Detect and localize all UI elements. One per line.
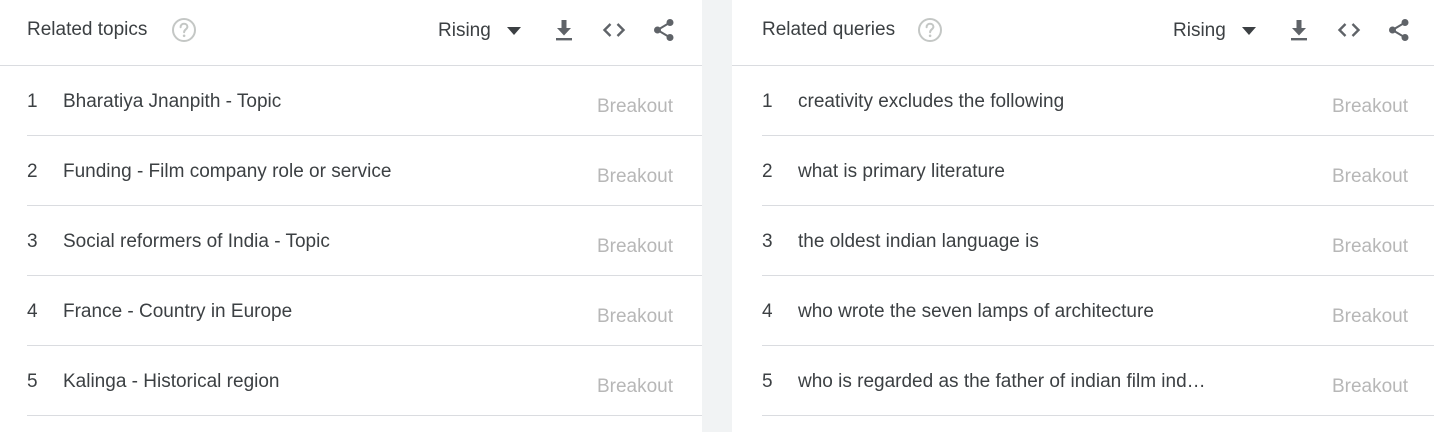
row-value: Breakout (1331, 96, 1408, 117)
panel-title: Related topics (27, 19, 148, 40)
row-rank: 5 (762, 371, 773, 392)
row-rank: 1 (762, 91, 773, 112)
row-rank: 1 (27, 91, 38, 112)
list-item[interactable]: 5 Kalinga - Historical region Breakout (27, 346, 702, 416)
list-item[interactable]: 2 what is primary literature Breakout (762, 136, 1434, 206)
row-label[interactable]: Bharatiya Jnanpith - Topic (63, 90, 281, 114)
row-rank: 4 (27, 301, 38, 322)
related-topics-header: Related topics Rising (0, 0, 702, 66)
row-value: Breakout (596, 306, 673, 327)
sort-select[interactable]: Rising (1173, 18, 1257, 44)
row-label[interactable]: creativity excludes the following (798, 90, 1064, 114)
list-item[interactable]: 5 who is regarded as the father of india… (762, 346, 1434, 416)
help-circle-icon[interactable] (917, 17, 943, 43)
row-label[interactable]: Social reformers of India - Topic (63, 230, 330, 254)
row-rank: 4 (762, 301, 773, 322)
list-item[interactable]: 2 Funding - Film company role or service… (27, 136, 702, 206)
row-value: Breakout (1331, 236, 1408, 257)
row-value: Breakout (596, 166, 673, 187)
list-item[interactable]: 1 creativity excludes the following Brea… (762, 66, 1434, 136)
list-item[interactable]: 3 the oldest indian language is Breakout (762, 206, 1434, 276)
row-value: Breakout (596, 376, 673, 397)
row-rank: 2 (762, 161, 773, 182)
row-label[interactable]: what is primary literature (798, 160, 1005, 184)
share-icon[interactable] (651, 17, 677, 43)
row-label[interactable]: France - Country in Europe (63, 300, 292, 324)
list-item[interactable]: 1 Bharatiya Jnanpith - Topic Breakout (27, 66, 702, 136)
row-value: Breakout (596, 236, 673, 257)
row-value: Breakout (596, 96, 673, 117)
download-icon[interactable] (551, 17, 577, 43)
row-rank: 2 (27, 161, 38, 182)
list-item[interactable]: 3 Social reformers of India - Topic Brea… (27, 206, 702, 276)
list-item[interactable]: 4 who wrote the seven lamps of architect… (762, 276, 1434, 346)
sort-select-value: Rising (438, 20, 491, 41)
row-label[interactable]: the oldest indian language is (798, 230, 1039, 254)
list-item[interactable]: 4 France - Country in Europe Breakout (27, 276, 702, 346)
share-icon[interactable] (1386, 17, 1412, 43)
embed-code-icon[interactable] (601, 17, 627, 43)
related-queries-header: Related queries Rising (732, 0, 1434, 66)
row-value: Breakout (1331, 306, 1408, 327)
row-value: Breakout (1331, 166, 1408, 187)
help-circle-icon[interactable] (171, 17, 197, 43)
row-rank: 5 (27, 371, 38, 392)
sort-select[interactable]: Rising (438, 18, 522, 44)
download-icon[interactable] (1286, 17, 1312, 43)
row-label[interactable]: Funding - Film company role or service (63, 160, 391, 184)
row-label[interactable]: who is regarded as the father of indian … (798, 370, 1206, 394)
dropdown-arrow-icon (506, 27, 521, 35)
row-label[interactable]: who wrote the seven lamps of architectur… (798, 300, 1154, 324)
panel-title: Related queries (762, 19, 896, 40)
row-value: Breakout (1331, 376, 1408, 397)
row-rank: 3 (27, 231, 38, 252)
embed-code-icon[interactable] (1336, 17, 1362, 43)
related-queries-panel: Related queries Rising 1 creativity excl… (732, 0, 1434, 432)
sort-select-value: Rising (1173, 20, 1226, 41)
row-label[interactable]: Kalinga - Historical region (63, 370, 280, 394)
dropdown-arrow-icon (1241, 27, 1256, 35)
related-topics-panel: Related topics Rising 1 Bharatiya Jnanpi… (0, 0, 702, 432)
row-rank: 3 (762, 231, 773, 252)
